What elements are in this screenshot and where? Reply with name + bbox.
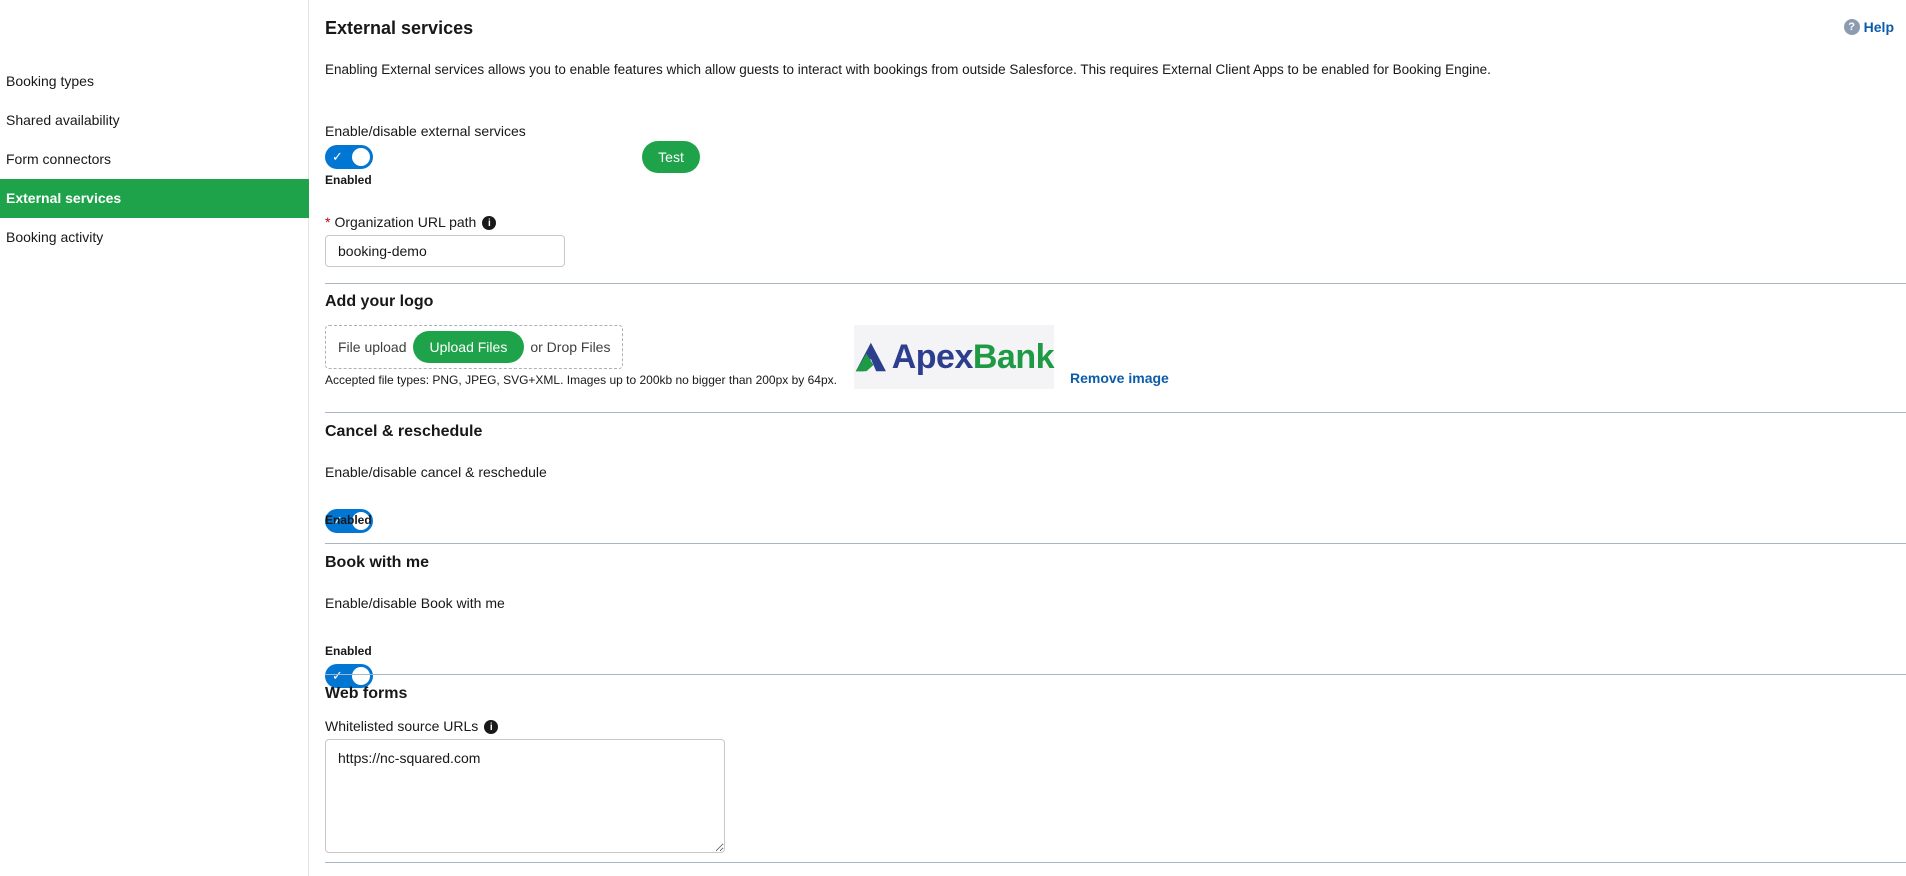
checkmark-icon: ✓: [332, 149, 343, 164]
info-icon[interactable]: i: [484, 720, 499, 735]
external-services-toggle[interactable]: ✓: [325, 145, 373, 169]
sidebar-item-external-services[interactable]: External services: [0, 179, 309, 218]
file-dropzone[interactable]: File upload Upload Files or Drop Files: [325, 325, 623, 369]
page-description: Enabling External services allows you to…: [325, 62, 1491, 77]
section-divider: [325, 412, 1906, 413]
required-marker: *: [325, 214, 331, 230]
file-upload-label: File upload: [338, 339, 407, 355]
section-divider: [325, 283, 1906, 284]
whitelist-label-text: Whitelisted source URLs: [325, 718, 479, 734]
external-services-status: Enabled: [325, 173, 372, 187]
cancel-reschedule-title: Cancel & reschedule: [325, 423, 483, 440]
sidebar-item-booking-activity[interactable]: Booking activity: [0, 218, 309, 257]
cancel-reschedule-toggle-label: Enable/disable cancel & reschedule: [325, 464, 547, 480]
sidebar-item-form-connectors[interactable]: Form connectors: [0, 140, 309, 179]
whitelist-textarea[interactable]: https://nc-squared.com: [325, 739, 725, 853]
web-forms-title: Web forms: [325, 685, 408, 702]
sidebar-nav: Booking types Shared availability Form c…: [0, 62, 309, 257]
page-title: External services: [325, 18, 474, 38]
section-divider: [325, 862, 1906, 863]
book-with-me-title: Book with me: [325, 554, 430, 571]
help-link[interactable]: ? Help: [1843, 19, 1894, 35]
sidebar-item-shared-availability[interactable]: Shared availability: [0, 101, 309, 140]
info-icon[interactable]: i: [482, 216, 497, 231]
external-services-toggle-label: Enable/disable external services: [325, 123, 526, 139]
org-url-label: * Organization URL path i: [325, 214, 497, 231]
logo-wordmark: ApexBank: [891, 337, 1055, 376]
drop-files-label: or Drop Files: [530, 339, 611, 355]
main-content: External services ? Help Enabling Extern…: [312, 0, 1906, 876]
sidebar: Booking types Shared availability Form c…: [0, 0, 309, 876]
whitelist-label: Whitelisted source URLs i: [325, 718, 499, 735]
logo-section-title: Add your logo: [325, 293, 434, 310]
cancel-reschedule-status: Enabled: [325, 513, 372, 527]
remove-image-link[interactable]: Remove image: [1070, 370, 1169, 386]
section-divider: [325, 674, 1906, 675]
upload-files-button[interactable]: Upload Files: [412, 331, 525, 363]
toggle-knob: [352, 148, 370, 166]
apexbank-logo-mark: [855, 342, 886, 372]
accepted-file-types: Accepted file types: PNG, JPEG, SVG+XML.…: [325, 373, 837, 387]
book-with-me-toggle-label: Enable/disable Book with me: [325, 595, 505, 611]
org-url-input[interactable]: [325, 235, 565, 267]
help-label: Help: [1863, 19, 1894, 35]
org-url-label-text: Organization URL path: [334, 214, 477, 230]
book-with-me-status: Enabled: [325, 644, 372, 658]
test-button[interactable]: Test: [642, 141, 700, 173]
sidebar-item-booking-types[interactable]: Booking types: [0, 62, 309, 101]
question-circle-icon: ?: [1843, 19, 1860, 35]
logo-preview: ApexBank: [854, 325, 1055, 389]
checkmark-icon: ✓: [332, 668, 343, 683]
section-divider: [325, 543, 1906, 544]
toggle-knob: [352, 667, 370, 685]
